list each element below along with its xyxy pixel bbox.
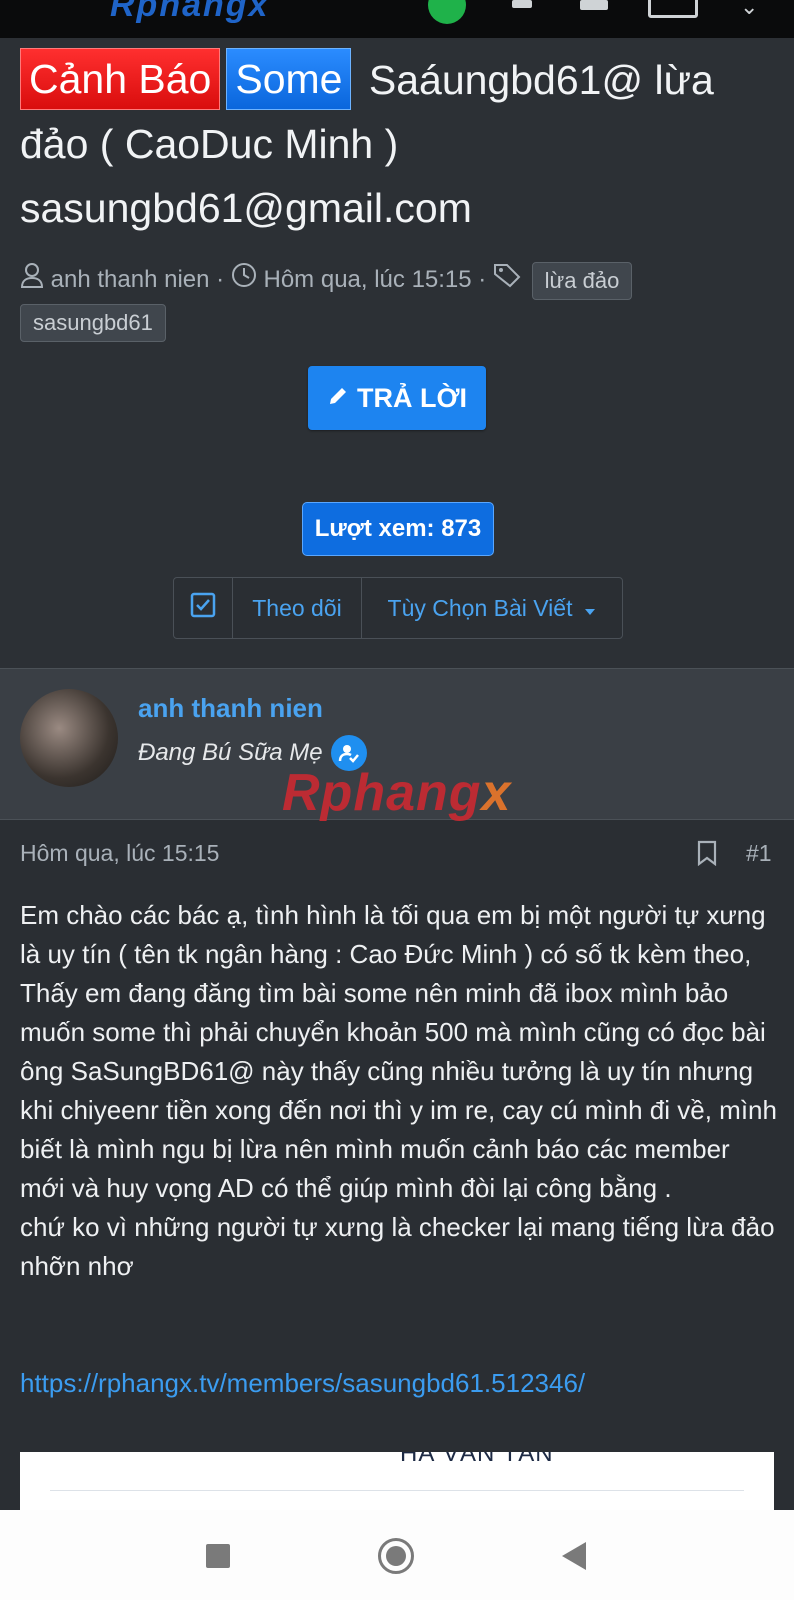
- pencil-icon: [327, 383, 349, 414]
- avatar[interactable]: [20, 689, 118, 787]
- site-watermark: Rphangx: [282, 764, 512, 822]
- clock-icon: [231, 261, 257, 301]
- reply-button-label: TRẢ LỜI: [356, 382, 468, 413]
- thread-actions: Theo dõi Tùy Chọn Bài Viết: [173, 577, 623, 639]
- post-number[interactable]: #1: [746, 840, 772, 867]
- divider: [50, 1490, 744, 1491]
- post-username[interactable]: anh thanh nien: [138, 693, 323, 724]
- reply-button[interactable]: TRẢ LỜI: [308, 366, 486, 430]
- bookmark-icon[interactable]: [696, 840, 718, 871]
- chevron-down-icon[interactable]: ⌄: [740, 0, 758, 20]
- post-body: Em chào các bác ạ, tình hình là tối qua …: [20, 900, 777, 1281]
- user-icon: [20, 261, 44, 301]
- tab-switcher-icon[interactable]: [648, 0, 698, 18]
- tag-sasungbd61[interactable]: sasungbd61: [20, 304, 166, 342]
- embedded-image-text: HÀ VĂN TÂN: [400, 1452, 554, 1467]
- thread-header: Cảnh Báo Some Saáungbd61@ lừa đảo ( CaoDu…: [0, 38, 794, 668]
- post-options-label: Tùy Chọn Bài Viết: [387, 594, 573, 621]
- post-user-block: anh thanh nien Đang Bú Sữa Mẹ Rphangx: [0, 668, 794, 822]
- status-bar-logo: Rphangx: [110, 0, 270, 24]
- notification-dot-icon: [428, 0, 466, 24]
- prefix-warning-label[interactable]: Cảnh Báo: [20, 48, 221, 110]
- back-icon[interactable]: [562, 1542, 586, 1570]
- caret-down-icon: [584, 595, 596, 622]
- prefix-some-label[interactable]: Some: [226, 48, 352, 110]
- status-icon: [512, 0, 532, 8]
- tag-lua-dao[interactable]: lừa đảo: [531, 261, 633, 300]
- thread-date[interactable]: Hôm qua, lúc 15:15: [264, 266, 472, 293]
- post-options-dropdown[interactable]: Tùy Chọn Bài Viết: [362, 578, 622, 638]
- post-date[interactable]: Hôm qua, lúc 15:15: [20, 840, 219, 867]
- status-icon: [580, 0, 608, 10]
- embedded-image[interactable]: HÀ VĂN TÂN: [20, 1452, 774, 1510]
- checkbox-icon: [190, 592, 216, 624]
- home-icon[interactable]: [378, 1538, 414, 1574]
- android-nav-bar: [0, 1510, 794, 1600]
- thread-title: Cảnh Báo Some Saáungbd61@ lừa đảo ( CaoDu…: [20, 48, 780, 240]
- status-bar: Rphangx ⌄: [0, 0, 794, 38]
- thread-author[interactable]: anh thanh nien: [51, 266, 210, 293]
- thread-meta: anh thanh nien · Hôm qua, lúc 15:15 · lừ…: [20, 260, 780, 301]
- tag-icon: [493, 261, 525, 301]
- views-counter: Lượt xem: 873: [302, 502, 494, 556]
- post-link[interactable]: https://rphangx.tv/members/sasungbd61.51…: [20, 1368, 585, 1399]
- select-checkbox[interactable]: [174, 578, 233, 638]
- follow-button[interactable]: Theo dõi: [233, 578, 362, 638]
- recent-apps-icon[interactable]: [206, 1544, 230, 1568]
